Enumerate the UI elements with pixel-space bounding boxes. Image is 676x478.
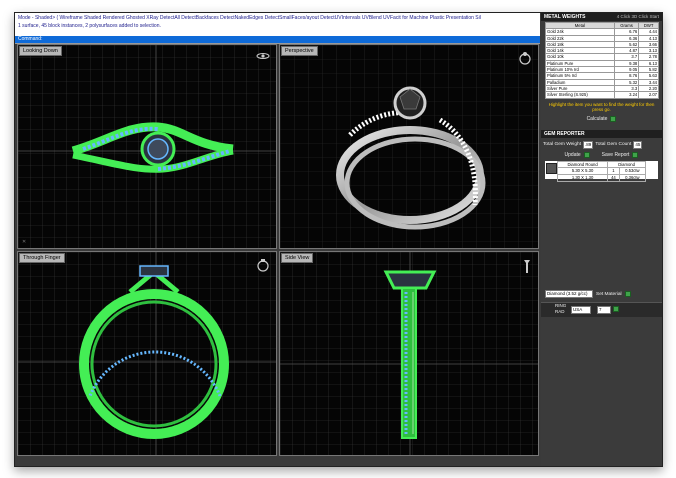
ring-size-value[interactable]: 7 [597,306,611,314]
ring-top-view-icon [256,53,270,59]
table-cell: 3.24 [613,91,640,99]
table-cell: 2.07 [638,91,659,99]
viewport-label[interactable]: Side View [281,253,314,263]
table-cell: 0.53ctw [618,167,647,176]
set-material-button[interactable] [624,291,631,297]
top-view-canvas: ✕ [18,45,276,248]
material-select[interactable]: Diamond (3.52 g/cc) [545,290,593,298]
command-history-line: Mode - Shaded> ( Wireframe Shaded Render… [18,15,481,21]
command-area: Mode - Shaded> ( Wireframe Shaded Render… [15,13,540,44]
app-window: Mode - Shaded> ( Wireframe Shaded Render… [14,12,663,467]
command-prompt[interactable]: Command: [15,36,540,43]
table-row[interactable]: Silver Sterling (S.925) 3.24 2.07 [545,91,659,99]
viewport-label[interactable]: Through Finger [19,253,65,263]
table-cell: 5.30 X 5.30 [556,167,609,176]
size-system-select[interactable]: USA [571,306,591,314]
viewport-label[interactable]: Perspective [281,46,318,56]
material-row: Diamond (3.52 g/cc) Set Material [545,290,631,298]
metal-weights-subtitle: 4 Click 3D Click Start [616,14,659,19]
viewport-looking-down[interactable]: ✕ Looking Down [17,44,277,249]
gem-column-header: Diamond Round [556,160,609,169]
gem-totals-row: Total Gem Weight .89 Total Gem Count 45 [543,140,660,149]
perspective-canvas [280,45,538,248]
save-report-button[interactable] [632,151,639,158]
table-row[interactable]: 5.30 X 5.30 1 0.53ctw [556,167,647,176]
metal-weights-hint: Highlight the item you want to find the … [548,101,655,113]
table-row[interactable]: 1.30 X 1.30 44 0.36ctw [556,174,647,182]
viewport-side-view[interactable]: Side View [279,251,539,456]
svg-text:✕: ✕ [22,239,26,245]
viewport-through-finger[interactable]: Through Finger [17,251,277,456]
table-cell: 1.30 X 1.30 [556,174,609,182]
total-gem-count-value: 45 [633,140,643,149]
total-gem-count-label: Total Gem Count [595,142,632,148]
plugin-panel: METAL WEIGHTS 4 Click 3D Click Start Met… [541,13,662,466]
viewport-label[interactable]: Looking Down [19,46,62,56]
metal-weights-title: METAL WEIGHTS [544,14,586,20]
ring-size-apply-button[interactable] [613,306,619,312]
ring-perspective-icon [519,52,531,65]
ring-front-view-icon [257,259,269,272]
update-label: Update [564,151,581,158]
command-history-line: 1 surface, 45 block instances, 2 polysur… [18,23,161,29]
total-gem-weight-value: .89 [583,140,594,149]
ring-size-bar: RING RAD USA 7 [541,302,662,317]
gem-table: Diamond Round Diamond 5.30 X 5.30 1 0.53ct… [556,160,647,182]
table-cell: 1 [607,167,620,176]
metal-weights-table: Metal Grams DWT Gold 24k 6.76 4.44 Gold 22k… [545,21,659,99]
side-view-canvas [280,252,538,455]
ring-size-label: RING [555,303,567,308]
save-report-label: Save Report [601,151,630,158]
ring-radius-label: RAD [555,309,565,314]
gem-reporter-header: GEM REPORTER [541,129,662,138]
calculate-button[interactable] [610,115,617,122]
set-material-label: Set Material [596,291,622,297]
table-cell: Silver Sterling (S.925) [545,91,615,99]
gem-reporter-title: GEM REPORTER [544,130,585,137]
metal-weights-header: METAL WEIGHTS 4 Click 3D Click Start [541,13,662,21]
table-cell: 44 [607,174,620,182]
viewport-perspective[interactable]: Perspective [279,44,539,249]
gem-thumbnail [546,162,557,174]
update-button[interactable] [583,151,590,158]
gem-list: Diamond Round Diamond 5.30 X 5.30 1 0.53ct… [545,160,658,182]
calculate-label: Calculate [586,115,608,122]
front-view-canvas [18,252,276,455]
gem-column-header: Diamond [607,160,646,169]
total-gem-weight-label: Total Gem Weight [543,142,582,148]
table-cell: 0.36ctw [618,174,647,182]
gem-actions-row: Update Save Report [541,151,662,158]
ring-side-view-icon [524,260,530,273]
